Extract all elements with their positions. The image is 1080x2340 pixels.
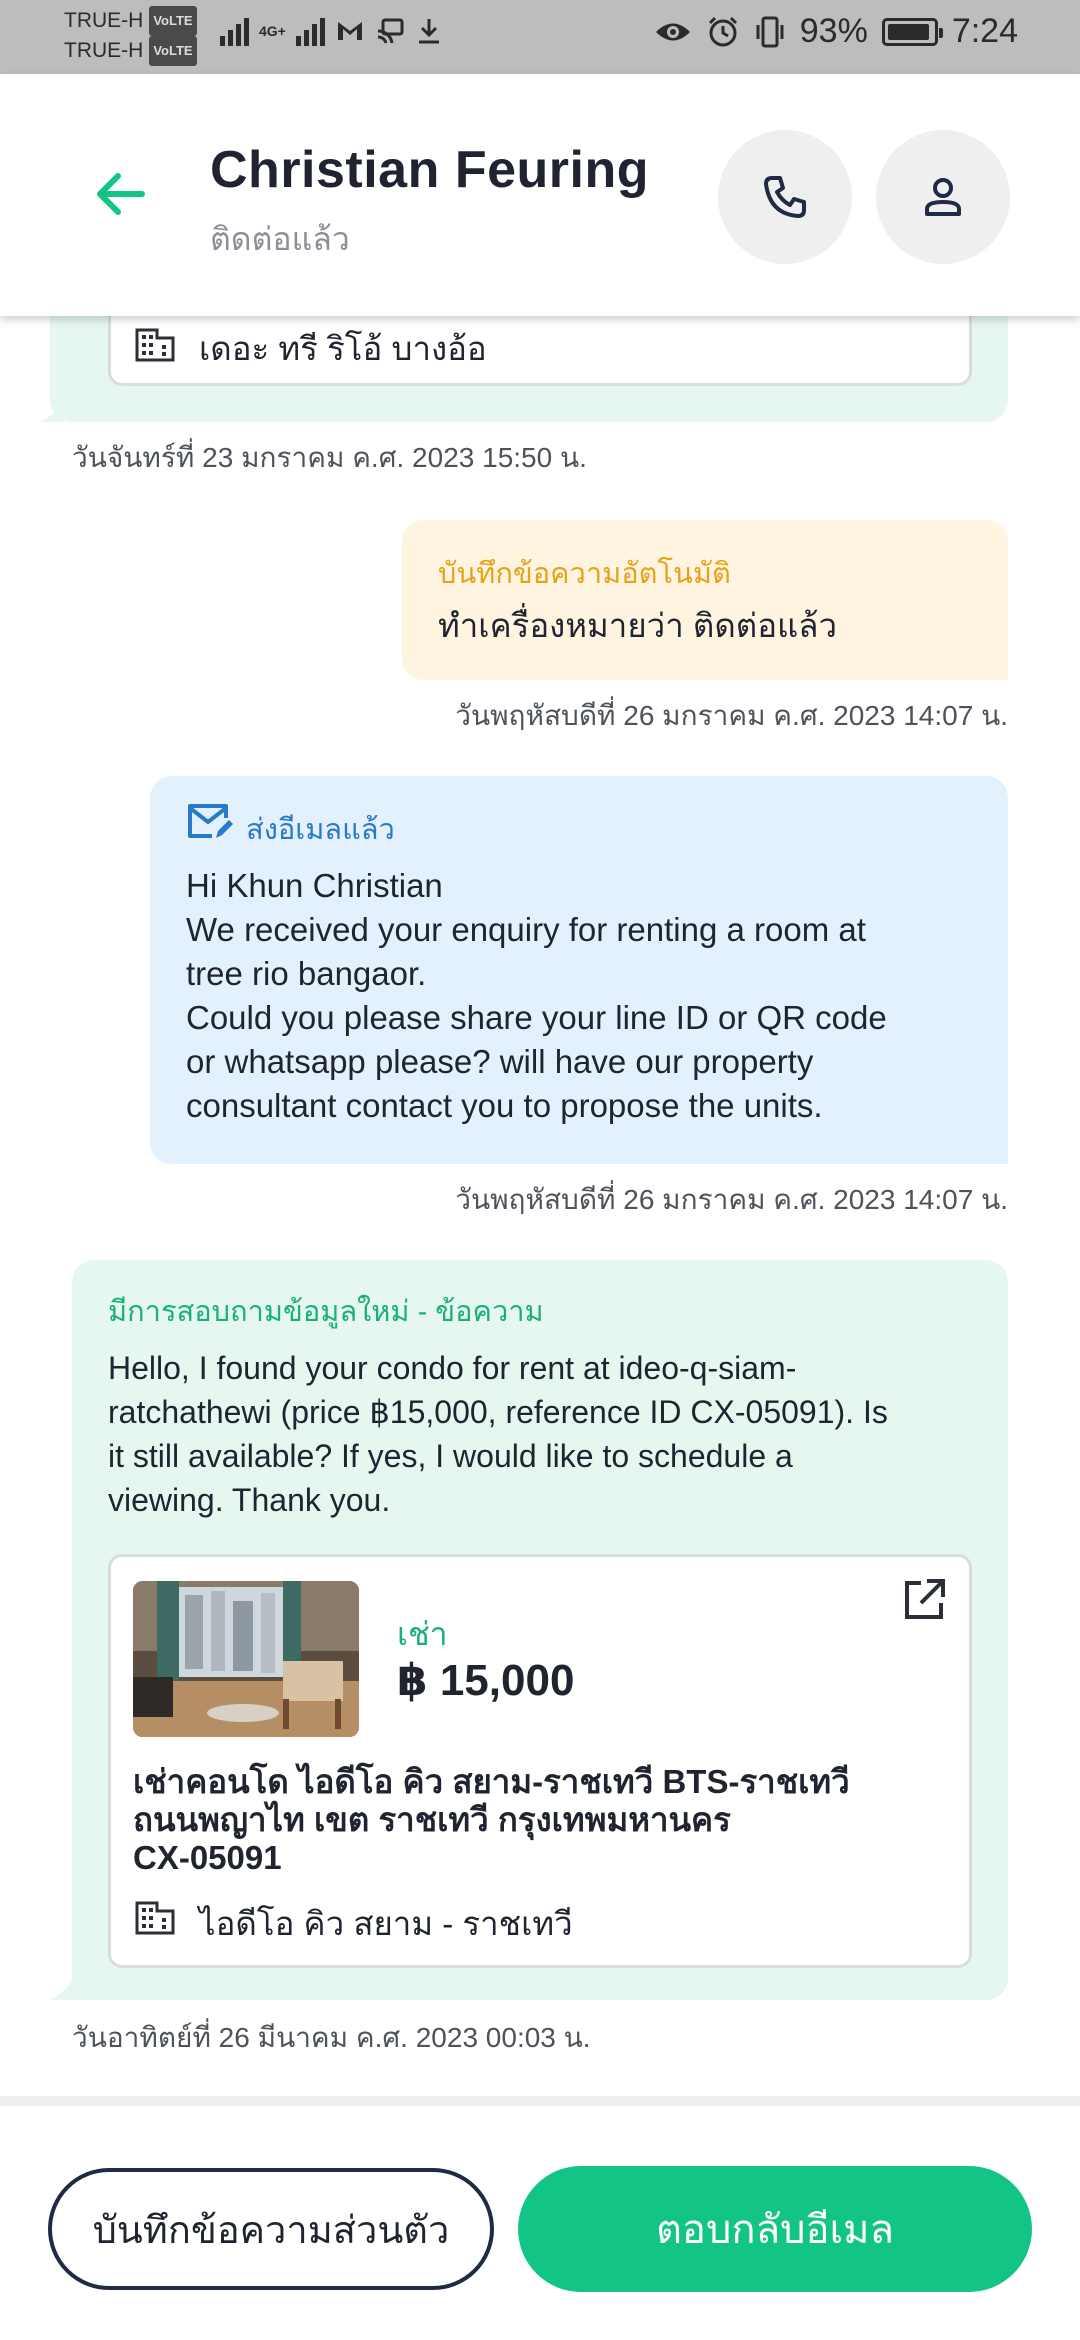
profile-button[interactable] <box>876 130 1010 264</box>
enquiry-line: Hello, I found your condo for rent at id… <box>108 1350 797 1386</box>
listing-card-partial[interactable]: เดอะ ทรี ริโอ้ บางอ้อ <box>108 316 972 386</box>
listing-title-line: ถนนพญาไท เขต ราชเทวี กรุงเทพมหานคร <box>133 1801 731 1838</box>
listing-price: ฿ 15,000 <box>397 1656 575 1705</box>
back-arrow-icon[interactable] <box>90 164 150 224</box>
contact-status: ติดต่อแล้ว <box>210 221 350 257</box>
email-line: or whatsapp please? will have our proper… <box>186 1043 814 1080</box>
timestamp: วันพฤหัสบดีที่ 26 มกราคม ค.ศ. 2023 14:07… <box>455 1184 1008 1215</box>
listing-building: ไอดีโอ คิว สยาม - ราชเทวี <box>199 1905 573 1942</box>
person-icon <box>925 178 961 216</box>
building-icon <box>135 1901 175 1935</box>
signal-icons: 4G+ <box>220 16 443 46</box>
listing-photo <box>133 1581 359 1737</box>
email-line: Hi Khun Christian <box>186 867 443 904</box>
alarm-icon <box>708 16 737 46</box>
email-sent-icon <box>188 804 233 838</box>
battery-fill <box>887 23 929 40</box>
enquiry-line: viewing. Thank you. <box>108 1482 391 1518</box>
auto-note-text: ทำเครื่องหมายว่า ติดต่อแล้ว <box>438 607 838 644</box>
bubble-tail <box>50 1978 74 2000</box>
timestamp: วันอาทิตย์ที่ 26 มีนาคม ค.ศ. 2023 00:03 … <box>72 2022 591 2053</box>
email-line: consultant contact you to propose the un… <box>186 1087 823 1124</box>
vibrate-icon <box>756 16 784 47</box>
chat-thread[interactable]: เดอะ ทรี ริโอ้ บางอ้อ วันจันทร์ที่ 23 มก… <box>0 316 1080 2096</box>
download-icon <box>418 19 439 44</box>
previous-enquiry-bubble: เดอะ ทรี ริโอ้ บางอ้อ <box>50 316 1008 422</box>
bottom-action-bar: บันทึกข้อความส่วนตัว ตอบกลับอีเมล <box>0 2096 1080 2340</box>
status-right: 93% 7:24 <box>654 12 1018 51</box>
carrier-1: TRUE-H <box>64 9 144 32</box>
listing-title-line: CX-05091 <box>133 1839 282 1876</box>
email-sent-bubble: ส่งอีเมลแล้ว Hi Khun Christian We receiv… <box>150 776 1008 1164</box>
clock: 7:24 <box>951 12 1018 50</box>
enquiry-line: it still available? If yes, I would like… <box>108 1438 793 1474</box>
open-external-icon[interactable] <box>901 1577 947 1623</box>
email-body: Hi Khun Christian We received your enqui… <box>186 864 976 1128</box>
bubble-tail <box>40 400 64 422</box>
gmail-icon <box>337 22 362 40</box>
email-line: tree rio bangaor. <box>186 955 427 992</box>
timestamp: วันจันทร์ที่ 23 มกราคม ค.ศ. 2023 15:50 น… <box>72 442 587 473</box>
volte-badge: VoLTE <box>149 6 197 36</box>
chat-header: Christian Feuring ติดต่อแล้ว <box>0 74 1080 316</box>
cast-icon <box>377 18 404 44</box>
email-line: We received your enquiry for renting a r… <box>186 911 866 948</box>
building-icon <box>135 328 175 362</box>
listing-title: เช่าคอนโด ไอดีโอ คิว สยาม-ราชเทวี BTS-รา… <box>133 1763 953 1877</box>
phone-icon <box>764 176 806 218</box>
contact-name: Christian Feuring <box>210 141 649 199</box>
auto-note-label: บันทึกข้อความอัตโนมัติ <box>438 558 731 590</box>
battery-icon <box>881 17 943 46</box>
timestamp: วันพฤหัสบดีที่ 26 มกราคม ค.ศ. 2023 14:07… <box>455 700 1008 731</box>
signal-icon <box>295 16 325 46</box>
status-bar: TRUE-H VoLTE TRUE-H VoLTE 4G+ 93% 7:24 <box>0 0 1080 74</box>
enquiry-label: มีการสอบถามข้อมูลใหม่ - ข้อความ <box>108 1296 544 1328</box>
auto-note-bubble: บันทึกข้อความอัตโนมัติ ทำเครื่องหมายว่า … <box>402 520 1008 680</box>
listing-card[interactable]: เช่า ฿ 15,000 เช่าคอนโด ไอดีโอ คิว สยาม-… <box>108 1554 972 1968</box>
building-name: เดอะ ทรี ริโอ้ บางอ้อ <box>199 330 487 367</box>
signal-icon <box>220 16 249 46</box>
enquiry-line: ratchathewi (price ฿15,000, reference ID… <box>108 1394 888 1430</box>
carrier-2: TRUE-H <box>64 39 144 62</box>
enquiry-bubble: มีการสอบถามข้อมูลใหม่ - ข้อความ Hello, I… <box>72 1260 1008 2000</box>
volte-badge: VoLTE <box>149 36 197 66</box>
network-type: 4G+ <box>259 23 286 39</box>
listing-type: เช่า <box>397 1616 448 1652</box>
listing-title-line: เช่าคอนโด ไอดีโอ คิว สยาม-ราชเทวี BTS-รา… <box>133 1763 850 1800</box>
condo-photo-image <box>133 1581 359 1737</box>
private-note-button[interactable]: บันทึกข้อความส่วนตัว <box>48 2168 494 2290</box>
carrier-info: TRUE-H VoLTE TRUE-H VoLTE <box>64 6 197 66</box>
reply-email-button[interactable]: ตอบกลับอีเมล <box>518 2166 1032 2292</box>
eye-icon <box>655 23 690 40</box>
battery-percent: 93% <box>799 12 868 50</box>
call-button[interactable] <box>718 130 852 264</box>
email-sent-label: ส่งอีเมลแล้ว <box>246 814 395 846</box>
enquiry-body: Hello, I found your condo for rent at id… <box>108 1346 988 1522</box>
email-line: Could you please share your line ID or Q… <box>186 999 887 1036</box>
